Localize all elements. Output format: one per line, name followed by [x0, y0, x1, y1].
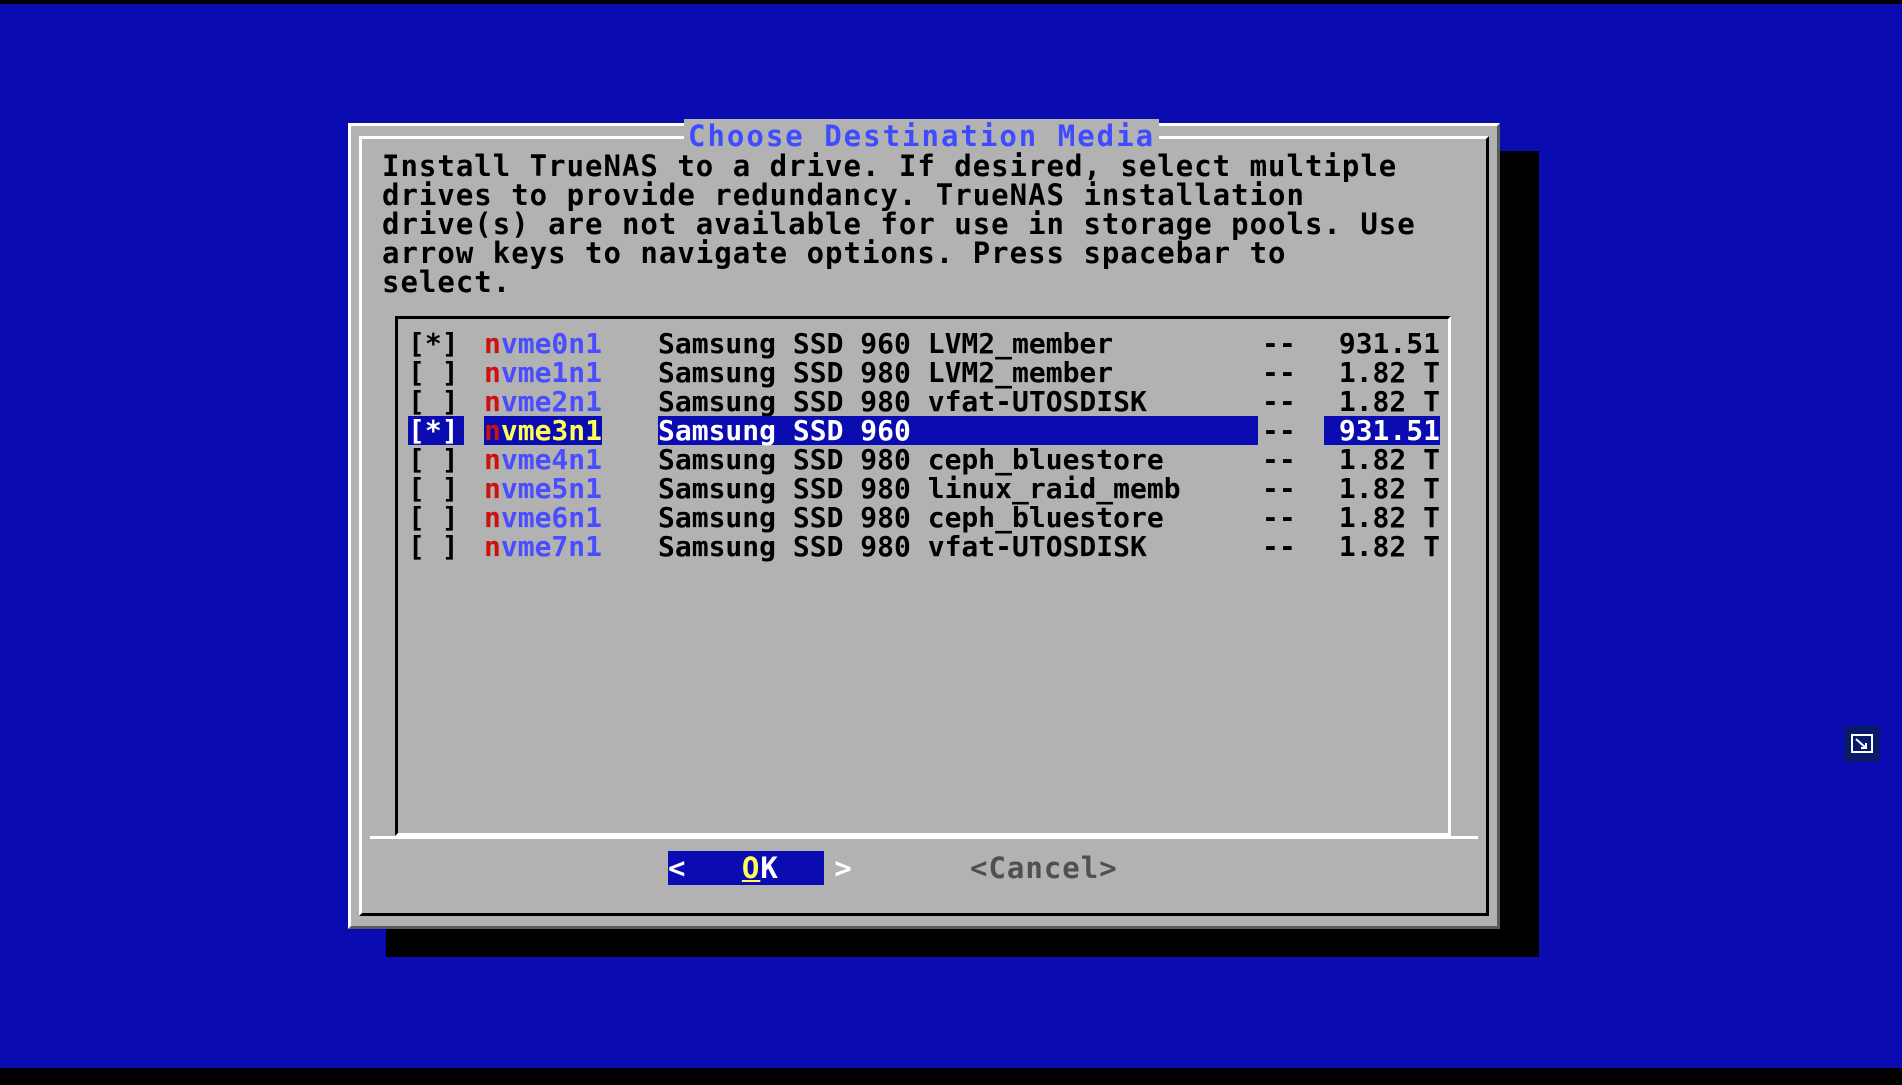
drive-size: 1.82 T	[1338, 472, 1440, 505]
drive-row[interactable]: [ ] nvme5n1 Samsung SSD 980 linux_raid_m…	[406, 474, 1442, 503]
drive-model: Samsung SSD 960 LVM2_member	[658, 327, 1114, 360]
dialog-frame: Choose Destination Media Install TrueNAS…	[359, 119, 1489, 916]
drive-row[interactable]: [ ] nvme4n1 Samsung SSD 980 ceph_bluesto…	[406, 445, 1442, 474]
drive-checkbox[interactable]: [ ]	[408, 445, 464, 474]
drive-checkbox[interactable]: [ ]	[408, 532, 464, 561]
drive-name: nvme3n1	[484, 416, 603, 445]
drive-model: Samsung SSD 960	[658, 416, 1258, 445]
drive-separator: --	[1262, 414, 1296, 447]
drive-checkbox[interactable]: [ ]	[408, 503, 464, 532]
drive-model: Samsung SSD 980 ceph_bluestore	[658, 501, 1164, 534]
drive-separator: --	[1262, 356, 1296, 389]
drive-separator: --	[1262, 530, 1296, 563]
ok-left-bracket: <	[668, 851, 687, 885]
drive-name: nvme2n1	[484, 387, 602, 416]
drive-separator: --	[1262, 327, 1296, 360]
drive-name: nvme6n1	[484, 503, 602, 532]
installer-screen: Choose Destination Media Install TrueNAS…	[0, 4, 1902, 1068]
drive-name: nvme0n1	[484, 329, 602, 358]
destination-media-dialog: Choose Destination Media Install TrueNAS…	[348, 119, 1500, 929]
drive-name-rest: vme7n1	[500, 530, 603, 563]
ok-hotkey: O	[741, 851, 761, 885]
drive-size: 1.82 T	[1338, 356, 1440, 389]
drive-row[interactable]: [ ] nvme7n1 Samsung SSD 980 vfat-UTOSDIS…	[406, 532, 1442, 561]
drive-size: 931.51	[1324, 416, 1440, 445]
drive-checkbox[interactable]: [ ]	[408, 474, 464, 503]
drive-separator: --	[1262, 443, 1296, 476]
drive-list[interactable]: [*] nvme0n1 Samsung SSD 960 LVM2_member …	[395, 316, 1451, 836]
drive-model: Samsung SSD 980 ceph_bluestore	[658, 443, 1164, 476]
drive-separator: --	[1262, 385, 1296, 418]
drive-size: 1.82 T	[1338, 385, 1440, 418]
remote-control-icon-glyph	[1851, 734, 1873, 753]
drive-model: Samsung SSD 980 LVM2_member	[658, 356, 1114, 389]
ok-right-bracket: >	[834, 851, 853, 885]
drive-model: Samsung SSD 980 linux_raid_memb	[658, 472, 1181, 505]
drive-name: nvme5n1	[484, 474, 602, 503]
drive-row[interactable]: [*] nvme0n1 Samsung SSD 960 LVM2_member …	[406, 329, 1442, 358]
drive-separator: --	[1262, 472, 1296, 505]
ok-button[interactable]: < OK >	[668, 851, 852, 885]
drive-checkbox[interactable]: [*]	[408, 416, 464, 445]
drive-row[interactable]: [ ] nvme6n1 Samsung SSD 980 ceph_bluesto…	[406, 503, 1442, 532]
ok-label-rest: K	[760, 851, 779, 885]
cancel-button[interactable]: <Cancel>	[970, 851, 1118, 885]
drive-size: 931.51	[1338, 327, 1440, 360]
drive-row-selected[interactable]: [*] nvme3n1 Samsung SSD 960 -- 931.51	[406, 416, 1442, 445]
drive-model: Samsung SSD 980 vfat-UTOSDISK	[658, 385, 1147, 418]
drive-name: nvme4n1	[484, 445, 602, 474]
drive-size: 1.82 T	[1338, 501, 1440, 534]
remote-control-icon[interactable]	[1844, 726, 1880, 762]
drive-checkbox[interactable]: [ ]	[408, 358, 464, 387]
drive-separator: --	[1262, 501, 1296, 534]
drive-hotkey: n	[484, 530, 501, 563]
drive-row[interactable]: [ ] nvme1n1 Samsung SSD 980 LVM2_member …	[406, 358, 1442, 387]
drive-checkbox[interactable]: [ ]	[408, 387, 464, 416]
dialog-title: Choose Destination Media	[684, 119, 1160, 153]
drive-row[interactable]: [ ] nvme2n1 Samsung SSD 980 vfat-UTOSDIS…	[406, 387, 1442, 416]
dialog-description: Install TrueNAS to a drive. If desired, …	[382, 149, 1416, 299]
button-bar: < OK > <Cancel>	[370, 836, 1478, 899]
drive-checkbox[interactable]: [*]	[408, 329, 464, 358]
drive-name: nvme7n1	[484, 532, 602, 561]
drive-name: nvme1n1	[484, 358, 602, 387]
drive-size: 1.82 T	[1338, 530, 1440, 563]
drive-size: 1.82 T	[1338, 443, 1440, 476]
drive-model: Samsung SSD 980 vfat-UTOSDISK	[658, 530, 1147, 563]
